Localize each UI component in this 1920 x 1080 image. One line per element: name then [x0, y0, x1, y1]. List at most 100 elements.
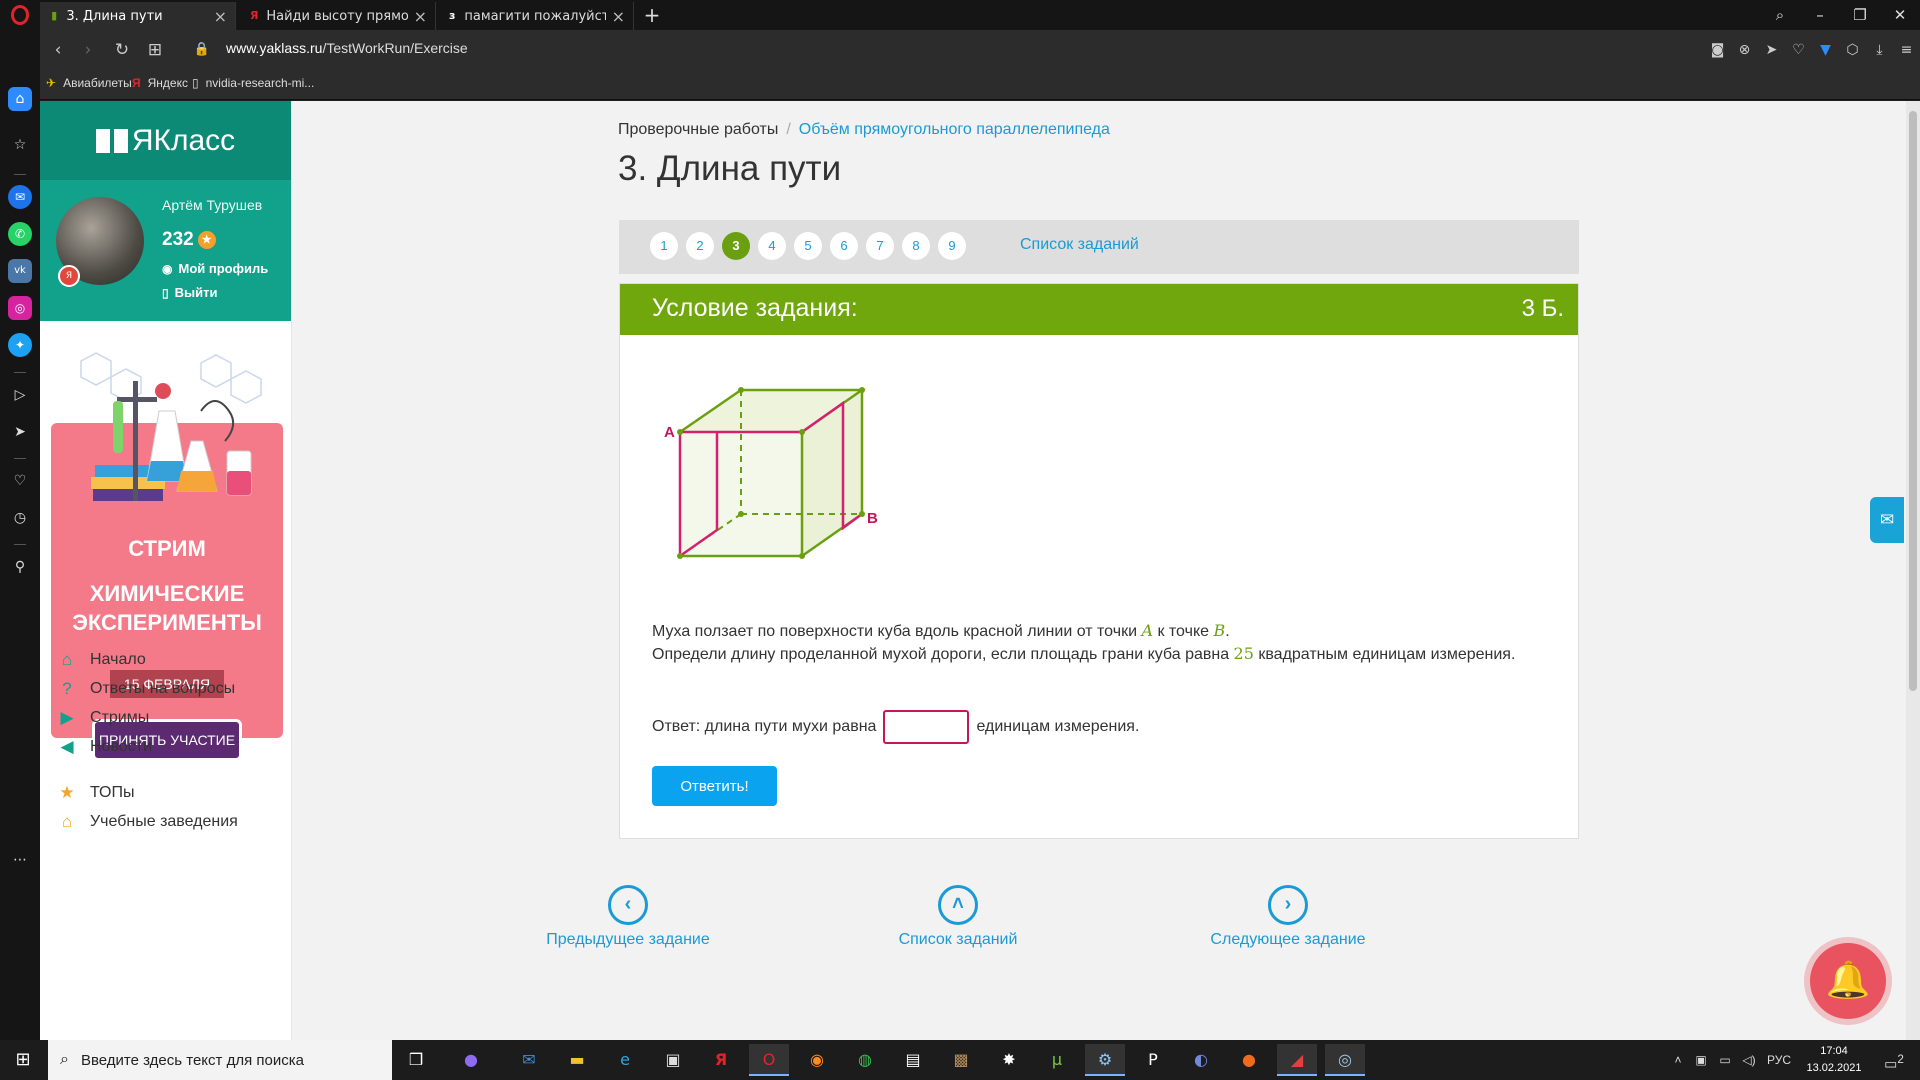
user-name[interactable]: Артём Турушев	[162, 197, 262, 213]
sidebar-item-answers[interactable]: ? Ответы на вопросы	[56, 678, 235, 700]
opera-menu-icon[interactable]	[0, 0, 40, 30]
next-task-link[interactable]: › Следующее задание	[1178, 885, 1398, 949]
history-icon[interactable]: ◷	[8, 506, 32, 530]
reload-button[interactable]: ↻	[110, 38, 134, 62]
browser-tab-3[interactable]: з памагити пожалуйста про... ×	[438, 2, 634, 30]
instagram-icon[interactable]: ◎	[8, 296, 32, 320]
flow-icon[interactable]: ➤	[8, 420, 32, 444]
breadcrumb-current[interactable]: Объём прямоугольного параллелепипеда	[799, 121, 1110, 138]
url-field[interactable]: www.yaklass.ru/TestWorkRun/Exercise	[226, 40, 468, 56]
menu-icon[interactable]: ≡	[1893, 38, 1920, 62]
logout-link[interactable]: ▯ Выйти	[162, 285, 217, 300]
extensions-icon[interactable]: ⬡	[1839, 38, 1866, 62]
bookmarks-icon[interactable]: ☆	[8, 133, 32, 157]
discord-icon[interactable]: ◐	[1181, 1044, 1221, 1076]
site-logo[interactable]: ЯКласс	[40, 101, 291, 180]
notification-bell-icon[interactable]: 🔔	[1810, 943, 1886, 1019]
tabs-overview-icon[interactable]: ⊞	[143, 38, 167, 62]
more-icon[interactable]: ⋯	[8, 848, 32, 872]
new-tab-button[interactable]: +	[638, 2, 666, 30]
download-icon[interactable]: ⤓	[1866, 38, 1893, 62]
edge-icon[interactable]: e	[605, 1044, 645, 1076]
bookmark-nvidia[interactable]: ▯ nvidia-research-mi...	[192, 76, 314, 90]
back-button[interactable]: ‹	[46, 38, 70, 62]
steam-icon[interactable]: ◎	[1325, 1044, 1365, 1076]
page-7-button[interactable]: 7	[866, 232, 894, 260]
adblock-icon[interactable]: ⊗	[1731, 38, 1758, 62]
sidebar-item-home[interactable]: ⌂ Начало	[56, 649, 146, 671]
tray-app-icon[interactable]: ▣	[1690, 1040, 1712, 1080]
page-scrollbar[interactable]	[1906, 101, 1920, 1040]
task-list-nav-link[interactable]: ˄ Список заданий	[848, 885, 1068, 949]
task-view-icon[interactable]: ❒	[396, 1044, 436, 1076]
volume-icon[interactable]: ◁)	[1738, 1040, 1760, 1080]
profile-link[interactable]: ◉ Мой профиль	[162, 261, 268, 276]
scrollbar-thumb[interactable]	[1909, 111, 1917, 691]
close-icon[interactable]: ×	[408, 7, 427, 26]
system-clock[interactable]: 17:04 13.02.2021	[1800, 1043, 1868, 1077]
settings-icon[interactable]: ⚙	[1085, 1044, 1125, 1076]
cortana-icon[interactable]: ●	[451, 1044, 491, 1076]
app-icon-3[interactable]: ●	[1229, 1044, 1269, 1076]
store-icon[interactable]: ▣	[653, 1044, 693, 1076]
player-icon[interactable]: ▷	[8, 383, 32, 407]
sidebar-item-streams[interactable]: ▶ Стримы	[56, 707, 149, 729]
messenger-icon[interactable]: ✉	[8, 185, 32, 209]
chrome-icon[interactable]: ◍	[845, 1044, 885, 1076]
answer-input[interactable]	[883, 710, 970, 744]
firefox-icon[interactable]: ◉	[797, 1044, 837, 1076]
whatsapp-icon[interactable]: ✆	[8, 222, 32, 246]
tray-expand-icon[interactable]: ˄	[1668, 1040, 1688, 1080]
game-icon-1[interactable]: ▩	[941, 1044, 981, 1076]
utorrent-icon[interactable]: µ	[1037, 1044, 1077, 1076]
task-list-link[interactable]: Список заданий	[1020, 236, 1139, 254]
feedback-mail-icon[interactable]: ✉	[1870, 497, 1904, 543]
send-icon[interactable]: ➤	[1758, 38, 1785, 62]
taskbar-search[interactable]: ⌕ Введите здесь текст для поиска	[48, 1040, 392, 1080]
twitter-icon[interactable]: ✦	[8, 333, 32, 357]
language-indicator[interactable]: РУС	[1762, 1040, 1796, 1080]
sidebar-item-tops[interactable]: ★ ТОПы	[56, 782, 134, 804]
opera-taskbar-icon[interactable]: O	[749, 1044, 789, 1076]
mail-icon[interactable]: ✉	[509, 1044, 549, 1076]
minimize-button[interactable]: –	[1800, 0, 1840, 30]
app-icon-1[interactable]: ▤	[893, 1044, 933, 1076]
submit-answer-button[interactable]: Ответить!	[652, 766, 777, 806]
page-2-button[interactable]: 2	[686, 232, 714, 260]
network-icon[interactable]: ▭	[1714, 1040, 1736, 1080]
prev-task-link[interactable]: ‹ Предыдущее задание	[518, 885, 738, 949]
page-3-button[interactable]: 3	[722, 232, 750, 260]
sidebar-item-news[interactable]: ◀ Новости	[56, 736, 151, 758]
bookmark-avia[interactable]: ✈ Авиабилеты	[46, 76, 132, 90]
page-5-button[interactable]: 5	[794, 232, 822, 260]
yandex-browser-icon[interactable]: Я	[701, 1044, 741, 1076]
bookmark-yandex[interactable]: Я Яндекс	[132, 76, 188, 90]
vk-icon[interactable]: vk	[8, 259, 32, 283]
notification-center-icon[interactable]: ▭2	[1876, 1040, 1912, 1080]
forward-button[interactable]: ›	[76, 38, 100, 62]
breadcrumb-root[interactable]: Проверочные работы	[618, 121, 778, 138]
page-8-button[interactable]: 8	[902, 232, 930, 260]
windows-start-icon[interactable]: ⊞	[0, 1040, 46, 1080]
page-6-button[interactable]: 6	[830, 232, 858, 260]
game-icon-2[interactable]: ✸	[989, 1044, 1029, 1076]
cart-icon[interactable]: ▼	[1812, 38, 1839, 62]
app-icon-2[interactable]: P	[1133, 1044, 1173, 1076]
close-icon[interactable]: ×	[606, 7, 625, 26]
close-window-button[interactable]: ✕	[1880, 0, 1920, 30]
sidebar-item-schools[interactable]: ⌂ Учебные заведения	[56, 811, 238, 833]
browser-tab-1[interactable]: ▮ 3. Длина пути ×	[40, 2, 236, 30]
app-icon-4[interactable]: ◢	[1277, 1044, 1317, 1076]
restore-button[interactable]: ❐	[1840, 0, 1880, 30]
page-1-button[interactable]: 1	[650, 232, 678, 260]
camera-icon[interactable]: ◙	[1704, 38, 1731, 62]
explorer-icon[interactable]: ▬	[557, 1044, 597, 1076]
page-9-button[interactable]: 9	[938, 232, 966, 260]
heart-icon[interactable]: ♡	[1785, 38, 1812, 62]
page-4-button[interactable]: 4	[758, 232, 786, 260]
close-icon[interactable]: ×	[208, 7, 227, 26]
browser-tab-2[interactable]: Я Найди высоту прямоугол... ×	[240, 2, 436, 30]
news-icon[interactable]: ⚲	[8, 555, 32, 579]
speed-dial-icon[interactable]: ⌂	[8, 87, 32, 111]
favorites-icon[interactable]: ♡	[8, 469, 32, 493]
